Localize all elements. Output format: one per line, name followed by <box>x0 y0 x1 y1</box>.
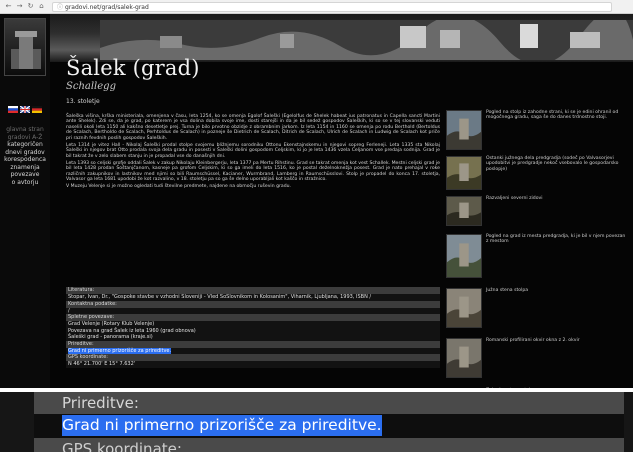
side-navigation: glavna stran gradovi A-Ž kategoričen dnevi … <box>2 126 48 186</box>
gallery-item: Romanski profilirani okvir okna z 2. okv… <box>446 338 629 378</box>
sidebar-item[interactable]: kategoričen <box>2 141 48 149</box>
info-table: Literatura: Stopar, Ivan, Dr., "Gospoke s… <box>66 287 440 368</box>
browser-toolbar: ← → ↻ ⌂ ⓘ gradovi.net/grad/salek-grad <box>0 0 633 14</box>
sidebar-item[interactable]: korespodenca <box>2 156 48 164</box>
zoom-events-value[interactable]: Grad ni primerno prizorišče za prireditv… <box>34 414 624 438</box>
gallery-thumbnail[interactable] <box>446 196 482 226</box>
address-bar[interactable]: ⓘ gradovi.net/grad/salek-grad <box>52 1 612 12</box>
gallery-item: Razvaljeni severni zidovi <box>446 196 629 226</box>
castle-panorama-image <box>100 20 633 60</box>
article-paragraph: V Muzeju Velenje si je možno ogledati tu… <box>66 183 291 189</box>
info-label: Spletne povezave: <box>66 314 440 321</box>
german-flag-icon[interactable] <box>32 106 42 113</box>
language-flags <box>8 106 42 113</box>
gallery-thumbnail[interactable] <box>446 288 482 328</box>
slovenian-flag-icon[interactable] <box>8 106 18 113</box>
sidebar-item[interactable]: povezave <box>2 171 48 179</box>
info-label: Kontaktna podatke: <box>66 300 440 308</box>
info-icon: ⓘ <box>57 3 64 11</box>
gallery-caption: Ostanki južnega dela predgradja (sodeč p… <box>486 156 619 172</box>
sidebar-item[interactable]: glavna stran <box>2 126 48 134</box>
sidebar-item[interactable]: dnevi gradov <box>2 149 48 157</box>
gallery-item: Pogled na grad iz mesta predgradja, ki j… <box>446 234 629 278</box>
reload-icon[interactable]: ↻ <box>26 2 35 11</box>
article-paragraph: Šaleška višina, krška ministeriala, omen… <box>66 114 440 141</box>
info-value[interactable]: Grad Velenje (Rotary Klub Velenje) Povez… <box>66 321 440 341</box>
zoom-events-header: Prireditve: <box>34 392 624 414</box>
gallery-thumbnail[interactable] <box>446 234 482 278</box>
article-paragraph: Leta 1393 so celjski grofje oddali Šalek… <box>66 160 440 182</box>
forward-arrow-icon[interactable]: → <box>15 2 24 11</box>
info-label: Prireditve: <box>66 340 440 348</box>
gallery-caption: Pogled na grad iz mesta predgradja, ki j… <box>486 234 626 245</box>
info-value: N 46° 21.700' E 15° 7.632' <box>66 361 440 368</box>
zoomed-detail: Prireditve: Grad ni primerno prizorišče … <box>0 388 633 452</box>
zoom-gps-header: GPS koordinate: <box>34 438 624 452</box>
page-title: Šalek (grad) <box>66 56 200 80</box>
gallery-thumbnail[interactable] <box>446 338 482 378</box>
century-label: 13. stoletje <box>66 98 100 105</box>
gallery-caption: Južna stena stolpa <box>486 288 529 293</box>
site-logo[interactable] <box>4 18 46 76</box>
gallery-item: Južna stena stolpa <box>446 288 629 328</box>
castle-banner <box>0 14 633 62</box>
back-arrow-icon[interactable]: ← <box>4 2 13 11</box>
article-paragraph: Leta 1314 je vitez Hall - Nikolaj Šalešk… <box>66 142 440 159</box>
sidebar-item[interactable]: o avtorju <box>2 179 48 187</box>
gallery-caption: Romanski profilirani okvir okna z 2. okv… <box>486 338 580 343</box>
gallery-item: Pogled na stolp iz zahodne strani, ki se… <box>446 110 629 150</box>
gallery-thumbnail[interactable] <box>446 110 482 150</box>
sidebar-item[interactable]: znamenja <box>2 164 48 172</box>
page-subtitle: Schallegg <box>66 81 116 92</box>
left-sidebar: glavna stran gradovi A-Ž kategoričen dnevi … <box>0 14 50 388</box>
url-text: gradovi.net/grad/salek-grad <box>65 3 149 11</box>
home-icon[interactable]: ⌂ <box>37 2 46 11</box>
info-label: GPS koordinate: <box>66 354 440 361</box>
gallery-caption: Pogled na stolp iz zahodne strani, ki se… <box>486 110 619 121</box>
article-body: Šaleška višina, krška ministeriala, omen… <box>66 114 440 191</box>
info-label: Literatura: <box>66 287 440 294</box>
english-flag-icon[interactable] <box>20 106 30 113</box>
gallery-caption: Razvaljeni severni zidovi <box>486 196 543 201</box>
gallery-thumbnail[interactable] <box>446 156 482 190</box>
page-content: glavna stran gradovi A-Ž kategoričen dnevi … <box>0 14 633 388</box>
sidebar-item[interactable]: gradovi A-Ž <box>2 134 48 142</box>
zoom-selected-text[interactable]: Grad ni primerno prizorišče za prireditv… <box>62 415 382 436</box>
gallery-item: Ostanki južnega dela predgradja (sodeč p… <box>446 156 629 190</box>
selected-text[interactable]: Grad ni primerno prizorišče za prireditv… <box>68 347 172 354</box>
